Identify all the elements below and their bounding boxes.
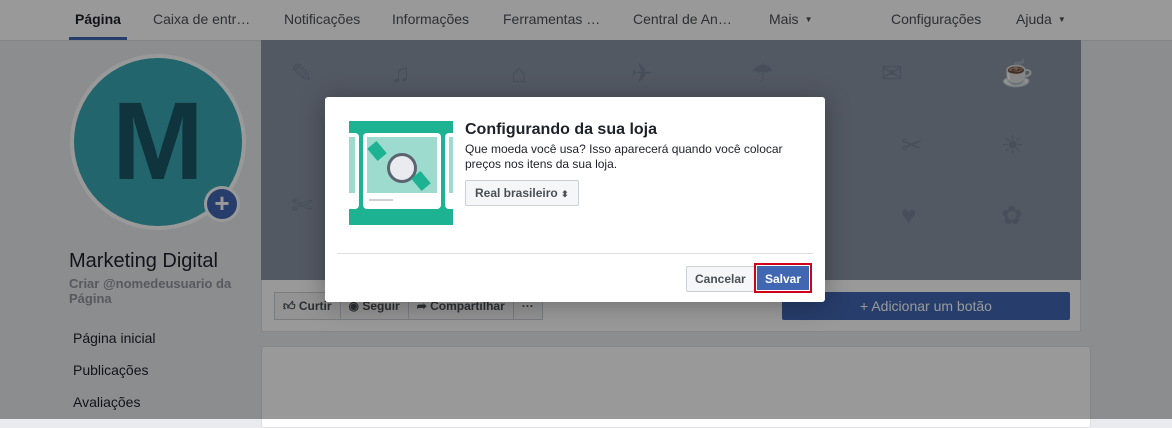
product-card-left [349, 133, 359, 209]
product-card-right [445, 133, 453, 209]
currency-value: Real brasileiro [475, 186, 558, 200]
dialog-title: Configurando da sua loja [465, 121, 658, 138]
currency-select[interactable]: Real brasileiro ⬍ [465, 180, 579, 206]
dialog-description: Que moeda você usa? Isso aparecerá quand… [465, 142, 783, 171]
shop-setup-dialog: Configurando da sua loja Que moeda você … [325, 97, 825, 302]
shop-illustration [349, 121, 453, 225]
cancel-button[interactable]: Cancelar [686, 266, 755, 292]
product-card-center [363, 133, 441, 209]
sort-arrows-icon: ⬍ [561, 189, 569, 199]
save-button[interactable]: Salvar [756, 265, 810, 291]
dialog-divider [337, 253, 813, 254]
